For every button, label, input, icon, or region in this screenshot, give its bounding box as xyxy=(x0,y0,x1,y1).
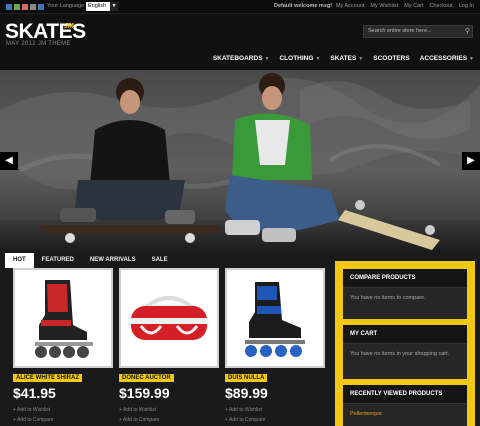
product-tabs: HOT FEATURED NEW ARRIVALS SALE xyxy=(5,253,176,268)
product-image[interactable] xyxy=(225,268,325,368)
block-title: MY CART xyxy=(343,325,467,344)
search-icon[interactable]: ⚲ xyxy=(465,27,470,36)
nav-label: SCOOTERS xyxy=(373,55,410,62)
tab-featured[interactable]: FEATURED xyxy=(33,253,82,268)
nav-label: ACCESSORIES xyxy=(419,55,468,62)
nav-item-skateboards[interactable]: SKATEBOARDS ▼ xyxy=(213,55,270,62)
product-image[interactable] xyxy=(13,268,113,368)
add-to-compare-link[interactable]: + Add to Compare xyxy=(119,417,159,423)
product-price: $89.99 xyxy=(225,385,268,401)
theme-color-swatches xyxy=(6,4,44,10)
my-cart-link[interactable]: My Cart xyxy=(404,3,423,9)
nav-label: CLOTHING xyxy=(279,55,314,62)
inline-skate-image xyxy=(245,282,305,357)
main-content: HOT FEATURED NEW ARRIVALS SALE ALICE WHI… xyxy=(0,253,480,426)
add-to-wishlist-link[interactable]: + Add to Wishlist xyxy=(13,407,50,413)
color-swatch[interactable] xyxy=(38,4,44,10)
site-header: SKATES JM MAY 2012 JM THEME Search entir… xyxy=(0,14,480,70)
nav-item-clothing[interactable]: CLOTHING ▼ xyxy=(279,55,320,62)
account-links: My Account My Wishlist My Cart Checkout … xyxy=(330,3,474,9)
recent-product-link[interactable]: Pellentesque xyxy=(343,404,467,425)
language-label: Your Language: xyxy=(47,3,86,9)
product-price: $41.95 xyxy=(13,385,56,401)
nav-item-accessories[interactable]: ACCESSORIES ▼ xyxy=(420,55,474,62)
inline-skate-image xyxy=(35,280,93,358)
block-text: You have no items to compare. xyxy=(350,295,426,301)
duffel-bag-image xyxy=(131,296,207,340)
add-to-compare-link[interactable]: + Add to Compare xyxy=(13,417,53,423)
chevron-down-icon: ▼ xyxy=(315,55,321,62)
compare-products-block: COMPARE PRODUCTS You have no items to co… xyxy=(343,269,467,319)
language-select[interactable]: English ▼ xyxy=(86,2,118,11)
nav-item-scooters[interactable]: SCOOTERS xyxy=(373,55,409,62)
search-input[interactable]: Search entire store here... ⚲ xyxy=(363,25,473,38)
tab-sale[interactable]: SALE xyxy=(143,253,176,268)
my-wishlist-link[interactable]: My Wishlist xyxy=(370,3,398,9)
color-swatch[interactable] xyxy=(30,4,36,10)
color-swatch[interactable] xyxy=(14,4,20,10)
logo-badge: JM xyxy=(64,23,74,30)
slider-prev-arrow-icon[interactable]: ◀ xyxy=(0,152,18,170)
tab-hot[interactable]: HOT xyxy=(5,253,34,268)
checkout-link[interactable]: Checkout xyxy=(429,3,452,9)
product-grid: ALICE WHITE SHIRAZ $41.95 + Add to Wishl… xyxy=(5,268,333,426)
add-to-wishlist-link[interactable]: + Add to Wishlist xyxy=(225,407,262,413)
my-cart-block: MY CART You have no items in your shoppi… xyxy=(343,325,467,379)
add-to-wishlist-link[interactable]: + Add to Wishlist xyxy=(119,407,156,413)
color-swatch[interactable] xyxy=(22,4,28,10)
product-name[interactable]: DUIS NULLA xyxy=(225,374,268,382)
block-text: You have no items in your shopping cart. xyxy=(350,351,450,357)
block-title: RECENTLY VIEWED PRODUCTS xyxy=(343,385,467,404)
chevron-down-icon: ▼ xyxy=(110,2,118,11)
add-to-compare-link[interactable]: + Add to Compare xyxy=(225,417,265,423)
search-placeholder: Search entire store here... xyxy=(368,28,432,34)
login-link[interactable]: Log In xyxy=(459,3,474,9)
hero-banner[interactable]: ◀ ▶ xyxy=(0,70,480,253)
color-swatch[interactable] xyxy=(6,4,12,10)
main-nav: SKATEBOARDS ▼ CLOTHING ▼ SKATES ▼ SCOOTE… xyxy=(203,55,474,62)
my-account-link[interactable]: My Account xyxy=(336,3,364,9)
nav-item-skates[interactable]: SKATES ▼ xyxy=(330,55,363,62)
tab-new-arrivals[interactable]: NEW ARRIVALS xyxy=(81,253,144,268)
language-value: English xyxy=(88,3,107,9)
nav-label: SKATEBOARDS xyxy=(212,55,263,62)
nav-label: SKATES xyxy=(330,55,357,62)
product-name[interactable]: DONEC AUCTOR xyxy=(119,374,174,382)
welcome-message: Default welcome msg! xyxy=(274,3,333,9)
chevron-down-icon: ▼ xyxy=(358,55,364,62)
sidebar: COMPARE PRODUCTS You have no items to co… xyxy=(335,261,475,426)
site-tagline: MAY 2012 JM THEME xyxy=(6,41,71,47)
product-name[interactable]: ALICE WHITE SHIRAZ xyxy=(13,374,82,382)
recently-viewed-block: RECENTLY VIEWED PRODUCTS Pellentesque xyxy=(343,385,467,426)
product-price: $159.99 xyxy=(119,385,170,401)
hero-banner-image xyxy=(0,70,480,253)
chevron-down-icon: ▼ xyxy=(264,55,270,62)
product-image[interactable] xyxy=(119,268,219,368)
slider-next-arrow-icon[interactable]: ▶ xyxy=(462,152,480,170)
top-bar: Your Language: English ▼ Default welcome… xyxy=(0,0,480,14)
block-title: COMPARE PRODUCTS xyxy=(343,269,467,288)
chevron-down-icon: ▼ xyxy=(469,55,474,62)
